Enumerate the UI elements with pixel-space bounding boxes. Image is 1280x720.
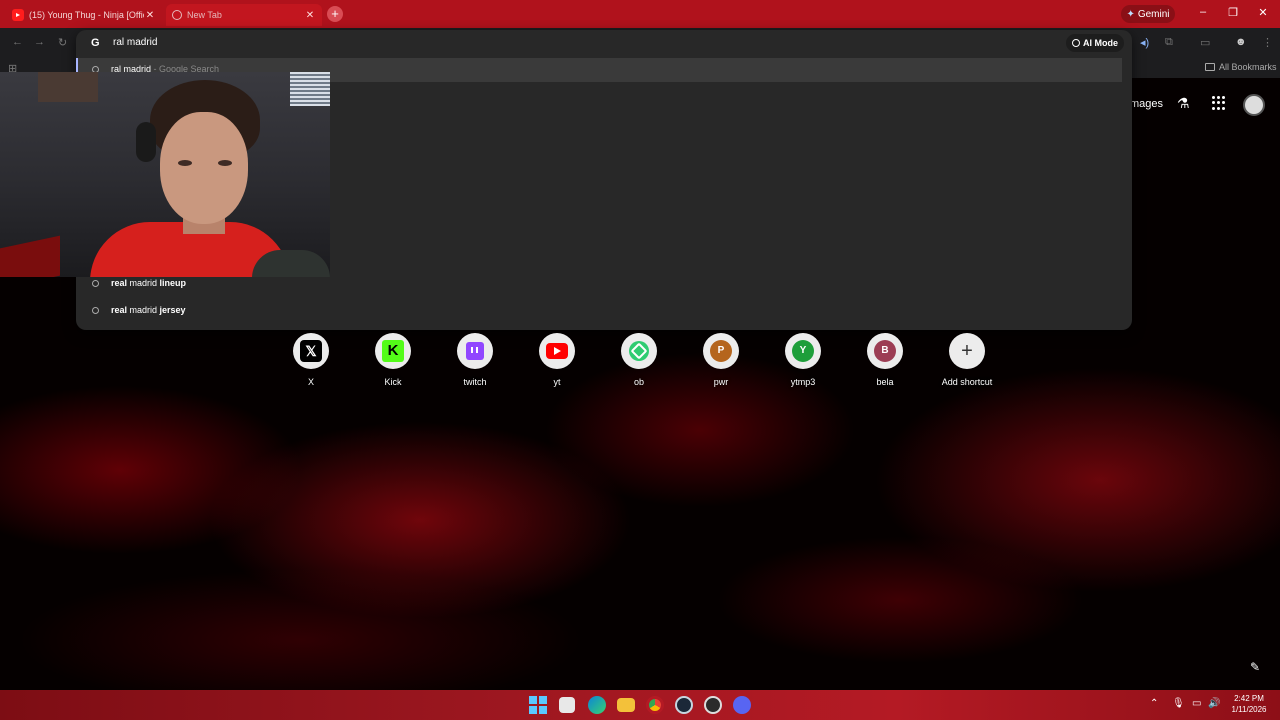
tab-youtube[interactable]: (15) Young Thug - Ninja [Offici ✕ [6,4,162,26]
close-window-button[interactable]: ✕ [1255,6,1271,19]
eye [178,160,192,166]
edge-icon[interactable] [588,696,606,714]
suggestion-bold: lineup [159,278,187,288]
obs-icon[interactable] [704,696,722,714]
chrome-favicon-icon [172,10,182,20]
face [160,112,248,224]
youtube-logo-icon [546,343,568,359]
discord-icon[interactable] [733,696,751,714]
shortcut-label: bela [876,377,894,387]
search-icon [92,279,99,287]
sidebar-icon[interactable]: ▭ [1200,36,1210,49]
webcam-overlay [0,72,330,277]
add-shortcut-button[interactable]: + Add shortcut [932,333,1002,387]
twitch-logo-icon [466,342,484,360]
shortcut-label: yt [553,377,561,387]
profile-icon[interactable]: ☻ [1235,36,1247,48]
clock-time: 2:42 PM [1234,694,1264,703]
ai-mode-label: AI Mode [1083,38,1118,48]
gemini-button[interactable]: ✦ Gemini [1121,5,1175,23]
steam-icon[interactable] [675,696,693,714]
menu-icon[interactable]: ⋮ [1262,36,1273,49]
suggestion-bold: jersey [159,305,186,315]
chrome-icon[interactable] [646,696,664,714]
all-bookmarks-label: All Bookmarks [1219,62,1277,72]
images-link[interactable]: mages [1130,98,1163,110]
suggestion-item[interactable]: real madrid lineup [92,278,186,288]
ob-logo-icon [629,341,649,361]
suggestion-text: madrid [127,305,160,315]
screen: (15) Young Thug - Ninja [Offici ✕ New Ta… [0,0,1280,720]
window-blinds [290,72,330,106]
search-sparkle-icon [1072,39,1080,47]
windows-taskbar [0,690,1280,720]
shortcut-label: twitch [463,377,487,387]
suggestion-bold: real [111,278,128,288]
close-tab-icon[interactable]: ✕ [304,10,316,21]
suggestion-item[interactable]: real madrid jersey [92,305,186,315]
shortcut-label: ob [633,377,644,387]
shortcut-x[interactable]: 𝕏 X [276,333,346,387]
tab-new-tab[interactable]: New Tab ✕ [166,4,322,26]
file-explorer-icon[interactable] [617,698,635,712]
shortcut-yt[interactable]: yt [522,333,592,387]
shortcut-label: X [307,377,314,387]
extensions-icon[interactable]: ⧉ [1165,36,1173,49]
windows-start-icon[interactable] [529,696,547,714]
tray-chevron-icon[interactable]: ⌃ [1150,698,1158,709]
restore-button[interactable]: ❐ [1225,6,1241,19]
shortcut-pwr[interactable]: P pwr [686,333,756,387]
audio-indicator-icon[interactable]: ◂) [1140,36,1149,49]
back-icon[interactable]: ← [12,36,23,48]
letter-b-icon: B [874,340,896,362]
shortcut-ob[interactable]: ob [604,333,674,387]
suggestion-text: madrid [127,278,160,288]
task-view-icon[interactable] [559,697,575,713]
microphone-icon[interactable]: 🎙 [1172,698,1185,709]
plus-icon: + [961,340,973,362]
microphone [252,250,330,277]
x-logo-icon: 𝕏 [300,340,322,362]
shortcut-kick[interactable]: K Kick [358,333,428,387]
wall-poster [38,72,98,102]
google-apps-icon[interactable] [1212,96,1226,110]
reload-icon[interactable]: ↻ [58,36,67,49]
shortcut-label: pwr [713,377,729,387]
tab-title: (15) Young Thug - Ninja [Offici [29,10,144,20]
tab-title: New Tab [187,10,222,20]
shortcut-label: ytmp3 [790,377,816,387]
forward-icon[interactable]: → [34,36,45,48]
clock-date: 1/11/2026 [1231,705,1267,714]
kick-logo-icon: K [382,340,404,362]
account-avatar[interactable] [1243,94,1265,116]
close-tab-icon[interactable]: ✕ [144,10,156,21]
shortcut-bela[interactable]: B bela [850,333,920,387]
omnibox-input[interactable]: ral madrid [113,37,157,48]
volume-icon[interactable]: 🔊 [1208,698,1220,709]
shortcut-label: Kick [384,377,402,387]
labs-flask-icon[interactable]: ⚗ [1177,95,1190,112]
gemini-sparkle-icon: ✦ [1126,8,1135,20]
shortcut-label: Add shortcut [941,377,993,387]
gemini-label: Gemini [1137,8,1170,20]
ai-mode-button[interactable]: AI Mode [1066,34,1124,52]
eye [218,160,232,166]
search-icon [92,306,99,314]
all-bookmarks-button[interactable]: All Bookmarks [1205,62,1277,72]
suggestion-bold: real [111,305,128,315]
network-icon[interactable]: ▭ [1192,698,1201,709]
system-clock[interactable]: 2:42 PM 1/11/2026 [1224,693,1274,715]
google-g-icon: G [91,37,100,49]
headset [136,122,156,162]
new-tab-button[interactable]: + [327,6,343,22]
customize-pencil-icon[interactable]: ✎ [1250,660,1260,674]
minimize-button[interactable]: – [1195,6,1211,18]
shortcut-twitch[interactable]: twitch [440,333,510,387]
letter-p-icon: P [710,340,732,362]
shortcut-ytmp3[interactable]: Y ytmp3 [768,333,838,387]
youtube-favicon-icon [12,9,24,21]
red-object [0,235,60,277]
letter-y-icon: Y [792,340,814,362]
folder-icon [1205,63,1215,71]
